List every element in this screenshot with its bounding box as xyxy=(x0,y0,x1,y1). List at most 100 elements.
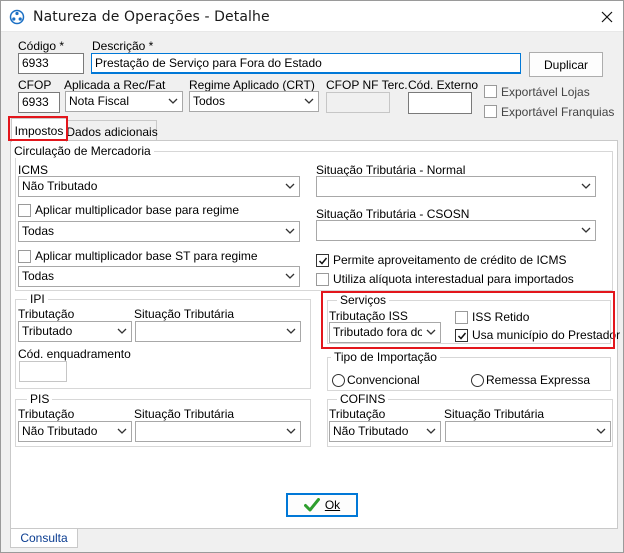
chevron-down-icon xyxy=(581,183,591,189)
exportavel-franquias-checkbox[interactable] xyxy=(484,105,497,118)
checkmark-icon xyxy=(318,257,328,265)
mult-base-checkbox[interactable] xyxy=(18,204,31,217)
chevron-down-icon xyxy=(168,98,178,104)
sit-csosn-label: Situação Tributária - CSOSN xyxy=(316,207,470,221)
chevron-down-icon xyxy=(117,328,127,334)
sit-csosn-select[interactable] xyxy=(316,220,596,241)
mult-base-label: Aplicar multiplicador base para regime xyxy=(35,203,240,217)
ipi-tributacao-select-value: Tributado xyxy=(22,324,73,338)
regime-select[interactable]: Todos xyxy=(189,91,319,112)
exportavel-franquias-label: Exportável Franquias xyxy=(501,105,615,119)
credito-icms-label: Permite aproveitamento de crédito de ICM… xyxy=(333,253,567,267)
dialog-window: Natureza de Operações - Detalhe Código *… xyxy=(0,0,624,553)
close-icon[interactable] xyxy=(597,7,617,27)
chevron-down-icon xyxy=(285,273,295,279)
aplicada-label: Aplicada a Rec/Fat xyxy=(64,78,166,92)
ok-button-label: Ok xyxy=(324,498,341,512)
cfop-nf-label: CFOP NF Terc. xyxy=(326,78,408,92)
exportavel-lojas-checkbox[interactable] xyxy=(484,85,497,98)
descricao-label: Descrição * xyxy=(92,39,154,53)
cofins-situacao-label: Situação Tributária xyxy=(444,407,545,421)
cofins-tributacao-label: Tributação xyxy=(329,407,386,421)
tab-dados-adicionais[interactable]: Dados adicionais xyxy=(66,120,158,142)
cofins-group-title: COFINS xyxy=(337,392,389,406)
mult-base-st-select-value: Todas xyxy=(22,269,55,283)
aplicada-select[interactable]: Nota Fiscal xyxy=(65,91,183,112)
tab-impostos[interactable]: Impostos xyxy=(11,118,67,142)
usa-municipio-label: Usa município do Prestador xyxy=(472,328,621,342)
cfop-input[interactable]: 6933 xyxy=(18,92,60,113)
icms-select[interactable]: Não Tributado xyxy=(18,176,300,197)
mult-base-st-label: Aplicar multiplicador base ST para regim… xyxy=(35,249,258,263)
codigo-label: Código * xyxy=(18,39,65,53)
app-logo-icon xyxy=(9,9,25,25)
mult-base-select[interactable]: Todas xyxy=(18,221,300,242)
iss-tributacao-select-value: Tributado fora do município xyxy=(333,325,422,339)
convencional-label: Convencional xyxy=(347,373,420,387)
iss-tributacao-label: Tributação ISS xyxy=(329,309,408,323)
iss-retido-label: ISS Retido xyxy=(472,310,530,324)
cofins-tributacao-select[interactable]: Não Tributado xyxy=(329,421,441,442)
pis-tributacao-select[interactable]: Não Tributado xyxy=(18,421,132,442)
pis-tributacao-select-value: Não Tributado xyxy=(22,424,98,438)
check-icon xyxy=(303,498,320,512)
tab-consulta[interactable]: Consulta xyxy=(10,529,78,548)
pis-group-title: PIS xyxy=(27,392,53,406)
chevron-down-icon xyxy=(426,329,436,335)
pis-situacao-label: Situação Tributária xyxy=(134,407,235,421)
regime-select-value: Todos xyxy=(193,94,226,108)
ipi-tributacao-label: Tributação xyxy=(18,307,75,321)
chevron-down-icon xyxy=(426,428,436,434)
cod-externo-input[interactable] xyxy=(408,92,472,114)
remessa-expressa-label: Remessa Expressa xyxy=(486,373,591,387)
cod-externo-label: Cód. Externo xyxy=(408,78,479,92)
credito-icms-checkbox[interactable] xyxy=(316,254,329,267)
convencional-radio[interactable] xyxy=(332,374,345,387)
servicos-group-title: Serviços xyxy=(337,293,390,307)
icms-select-value: Não Tributado xyxy=(22,179,98,193)
regime-label: Regime Aplicado (CRT) xyxy=(189,78,315,92)
aliquota-checkbox[interactable] xyxy=(316,273,329,286)
ipi-situacao-select[interactable] xyxy=(135,321,301,342)
cod-enquadramento-label: Cód. enquadramento xyxy=(18,347,131,361)
chevron-down-icon xyxy=(596,428,606,434)
mercadoria-group-title: Circulação de Mercadoria xyxy=(11,144,154,158)
mult-base-st-select[interactable]: Todas xyxy=(18,266,300,287)
iss-tributacao-select[interactable]: Tributado fora do município xyxy=(329,322,441,343)
iss-retido-checkbox[interactable] xyxy=(455,311,468,324)
usa-municipio-checkbox[interactable] xyxy=(455,329,468,342)
ipi-situacao-label: Situação Tributária xyxy=(134,307,235,321)
chevron-down-icon xyxy=(117,428,127,434)
importacao-group-title: Tipo de Importação xyxy=(331,350,440,364)
chevron-down-icon xyxy=(286,328,296,334)
checkmark-icon xyxy=(457,332,467,340)
cod-enquadramento-input[interactable] xyxy=(19,361,67,382)
codigo-input[interactable]: 6933 xyxy=(18,53,84,74)
chevron-down-icon xyxy=(285,183,295,189)
chevron-down-icon xyxy=(581,227,591,233)
cfop-label: CFOP xyxy=(18,78,52,92)
descricao-input[interactable]: Prestação de Serviço para Fora do Estado xyxy=(91,53,521,74)
ipi-tributacao-select[interactable]: Tributado xyxy=(18,321,132,342)
chevron-down-icon xyxy=(286,428,296,434)
cfop-nf-input[interactable] xyxy=(326,92,390,113)
ipi-group-title: IPI xyxy=(27,292,48,306)
mult-base-select-value: Todas xyxy=(22,224,55,238)
cofins-tributacao-select-value: Não Tributado xyxy=(333,424,409,438)
pis-tributacao-label: Tributação xyxy=(18,407,75,421)
sit-normal-label: Situação Tributária - Normal xyxy=(316,163,466,177)
window-title: Natureza de Operações - Detalhe xyxy=(33,9,270,25)
sit-normal-select[interactable] xyxy=(316,176,596,197)
duplicar-button[interactable]: Duplicar xyxy=(529,52,603,77)
exportavel-lojas-label: Exportável Lojas xyxy=(501,85,590,99)
mult-base-st-checkbox[interactable] xyxy=(18,250,31,263)
chevron-down-icon xyxy=(304,98,314,104)
pis-situacao-select[interactable] xyxy=(135,421,301,442)
cofins-situacao-select[interactable] xyxy=(445,421,611,442)
title-bar: Natureza de Operações - Detalhe xyxy=(1,1,623,32)
remessa-expressa-radio[interactable] xyxy=(471,374,484,387)
ok-button[interactable]: Ok xyxy=(286,493,358,517)
chevron-down-icon xyxy=(285,228,295,234)
aliquota-label: Utiliza alíquota interestadual para impo… xyxy=(333,272,574,286)
icms-label: ICMS xyxy=(18,163,48,177)
